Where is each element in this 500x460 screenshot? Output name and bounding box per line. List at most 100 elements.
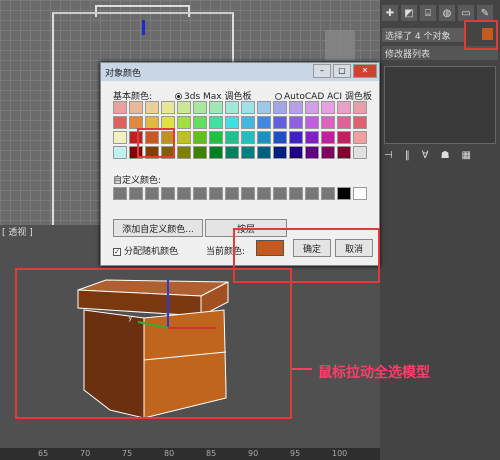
palette-swatch[interactable]: [113, 101, 127, 114]
pin-stack-icon[interactable]: ⊣: [384, 150, 393, 161]
palette-swatch[interactable]: [241, 116, 255, 129]
palette-swatch[interactable]: [305, 116, 319, 129]
custom-swatch[interactable]: [273, 187, 287, 200]
palette-swatch[interactable]: [177, 146, 191, 159]
palette-swatch[interactable]: [241, 131, 255, 144]
view-cube-icon[interactable]: [325, 30, 355, 60]
palette-swatch[interactable]: [177, 101, 191, 114]
palette-swatch[interactable]: [177, 131, 191, 144]
palette-swatch[interactable]: [353, 101, 367, 114]
palette-swatch[interactable]: [209, 116, 223, 129]
palette-swatch[interactable]: [289, 116, 303, 129]
custom-swatch[interactable]: [305, 187, 319, 200]
palette-swatch[interactable]: [177, 116, 191, 129]
custom-color-palette[interactable]: [113, 187, 367, 200]
palette-swatch[interactable]: [289, 101, 303, 114]
utilities-tab-icon[interactable]: ✎: [477, 5, 493, 21]
custom-swatch[interactable]: [209, 187, 223, 200]
custom-swatch[interactable]: [113, 187, 127, 200]
dialog-title: 对象颜色: [105, 68, 142, 79]
palette-swatch[interactable]: [241, 101, 255, 114]
palette-swatch[interactable]: [353, 146, 367, 159]
make-unique-icon[interactable]: ∀: [422, 150, 429, 161]
modifier-stack[interactable]: [384, 66, 496, 144]
checkbox-icon[interactable]: ✓: [113, 247, 121, 256]
palette-swatch[interactable]: [305, 101, 319, 114]
ruler-tick: 90: [248, 449, 259, 458]
palette-swatch[interactable]: [193, 146, 207, 159]
palette-swatch[interactable]: [161, 101, 175, 114]
palette-swatch[interactable]: [225, 146, 239, 159]
palette-swatch[interactable]: [113, 146, 127, 159]
ruler-tick: 95: [290, 449, 301, 458]
custom-swatch[interactable]: [353, 187, 367, 200]
palette-swatch[interactable]: [321, 131, 335, 144]
custom-swatch[interactable]: [225, 187, 239, 200]
custom-swatch[interactable]: [193, 187, 207, 200]
palette-swatch[interactable]: [209, 101, 223, 114]
highlight-selected-color: [137, 128, 175, 158]
hierarchy-tab-icon[interactable]: ⌸: [420, 5, 436, 21]
palette-swatch[interactable]: [337, 116, 351, 129]
palette-swatch[interactable]: [257, 131, 271, 144]
palette-swatch[interactable]: [321, 116, 335, 129]
palette-swatch[interactable]: [257, 116, 271, 129]
custom-swatch[interactable]: [337, 187, 351, 200]
timeline-ruler[interactable]: 65 70 75 80 85 90 95 100: [0, 448, 380, 460]
palette-swatch[interactable]: [305, 131, 319, 144]
palette-swatch[interactable]: [321, 146, 335, 159]
custom-swatch[interactable]: [145, 187, 159, 200]
palette-swatch[interactable]: [321, 101, 335, 114]
palette-swatch[interactable]: [273, 146, 287, 159]
palette-swatch[interactable]: [273, 116, 287, 129]
palette-swatch[interactable]: [337, 101, 351, 114]
palette-swatch[interactable]: [193, 116, 207, 129]
radio-selected-icon[interactable]: [175, 93, 182, 100]
palette-swatch[interactable]: [209, 146, 223, 159]
palette-swatch[interactable]: [129, 101, 143, 114]
palette-swatch[interactable]: [353, 131, 367, 144]
random-color-checkbox[interactable]: ✓ 分配随机颜色: [113, 244, 178, 257]
configure-sets-icon[interactable]: ▦: [462, 150, 471, 161]
custom-swatch[interactable]: [289, 187, 303, 200]
create-tab-icon[interactable]: ✚: [382, 5, 398, 21]
palette-swatch[interactable]: [257, 101, 271, 114]
add-custom-color-button[interactable]: 添加自定义颜色...: [113, 219, 203, 237]
maximize-icon[interactable]: ▢: [333, 64, 351, 78]
motion-tab-icon[interactable]: ◍: [439, 5, 455, 21]
show-end-result-icon[interactable]: ‖: [405, 150, 410, 161]
palette-swatch[interactable]: [273, 131, 287, 144]
palette-swatch[interactable]: [225, 101, 239, 114]
minimize-icon[interactable]: –: [313, 64, 331, 78]
palette-swatch[interactable]: [257, 146, 271, 159]
palette-swatch[interactable]: [305, 146, 319, 159]
remove-modifier-icon[interactable]: ☗: [441, 150, 450, 161]
custom-swatch[interactable]: [177, 187, 191, 200]
display-tab-icon[interactable]: ▭: [458, 5, 474, 21]
custom-swatch[interactable]: [241, 187, 255, 200]
viewport-label[interactable]: [ 透视 ]: [0, 225, 33, 238]
custom-swatch[interactable]: [321, 187, 335, 200]
palette-swatch[interactable]: [113, 116, 127, 129]
palette-swatch[interactable]: [225, 131, 239, 144]
palette-swatch[interactable]: [289, 146, 303, 159]
modify-tab-icon[interactable]: ◩: [401, 5, 417, 21]
palette-swatch[interactable]: [337, 131, 351, 144]
palette-swatch[interactable]: [289, 131, 303, 144]
palette-swatch[interactable]: [113, 131, 127, 144]
palette-swatch[interactable]: [225, 116, 239, 129]
selection-name-field[interactable]: 选择了 4 个对象: [382, 28, 466, 42]
palette-swatch[interactable]: [337, 146, 351, 159]
palette-swatch[interactable]: [353, 116, 367, 129]
palette-swatch[interactable]: [209, 131, 223, 144]
custom-swatch[interactable]: [129, 187, 143, 200]
palette-swatch[interactable]: [145, 101, 159, 114]
palette-swatch[interactable]: [273, 101, 287, 114]
custom-swatch[interactable]: [161, 187, 175, 200]
palette-swatch[interactable]: [241, 146, 255, 159]
palette-swatch[interactable]: [193, 131, 207, 144]
close-icon[interactable]: ✕: [353, 64, 377, 78]
radio-unselected-icon[interactable]: [275, 93, 282, 100]
palette-swatch[interactable]: [193, 101, 207, 114]
custom-swatch[interactable]: [257, 187, 271, 200]
